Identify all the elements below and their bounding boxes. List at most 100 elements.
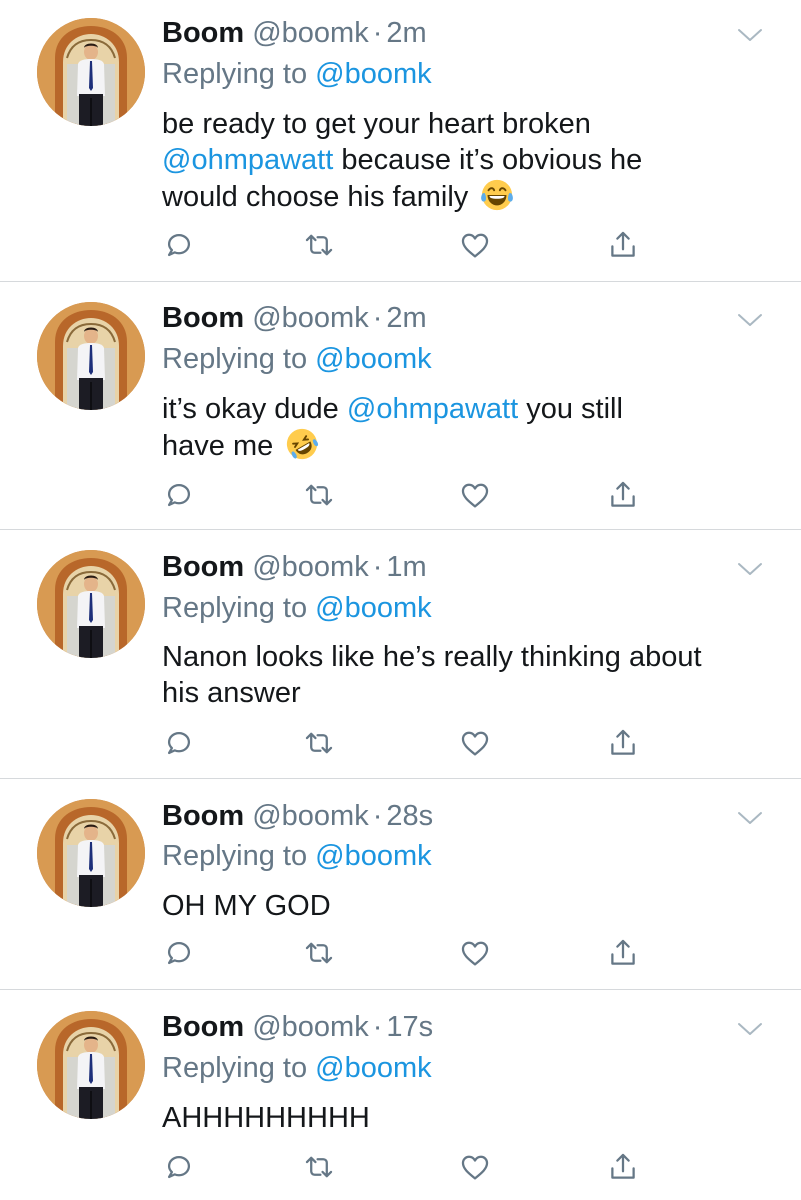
tweet-header: Boom @boomk · 2m bbox=[162, 15, 427, 51]
separator-dot: · bbox=[372, 1011, 383, 1043]
retweet-icon[interactable] bbox=[302, 228, 336, 262]
chevron-down-icon[interactable] bbox=[737, 27, 763, 43]
avatar[interactable] bbox=[37, 1011, 145, 1119]
replying-to-label: Replying to bbox=[162, 840, 308, 872]
replying-to-label: Replying to bbox=[162, 343, 308, 375]
tweet-text: be ready to get your heart broken @ohmpaw… bbox=[162, 106, 782, 215]
tweet-text: AHHHHHHHHH bbox=[162, 1100, 782, 1136]
username[interactable]: @boomk bbox=[252, 302, 368, 334]
reply-icon[interactable] bbox=[162, 478, 196, 512]
tweet-text-line: be ready to get your heart broken bbox=[162, 106, 782, 142]
timestamp[interactable]: 2m bbox=[386, 302, 426, 334]
avatar[interactable] bbox=[37, 550, 145, 658]
retweet-icon[interactable] bbox=[302, 726, 336, 760]
reply-mention-link[interactable]: @boomk bbox=[315, 592, 431, 624]
reply-icon[interactable] bbox=[162, 228, 196, 262]
share-icon[interactable] bbox=[606, 936, 640, 970]
separator-dot: · bbox=[372, 17, 383, 49]
text-segment: you still bbox=[518, 393, 623, 425]
username[interactable]: @boomk bbox=[252, 17, 368, 49]
display-name[interactable]: Boom bbox=[162, 302, 244, 334]
reply-mention-link[interactable]: @boomk bbox=[315, 58, 431, 90]
tweet[interactable]: Boom @boomk · 2m Replying to @boomk be ready… bbox=[0, 0, 801, 281]
tweet-text: it’s okay dude @ohmpawatt you still have … bbox=[162, 391, 782, 464]
tweet-text-line: @ohmpawatt because it’s obvious he bbox=[162, 142, 782, 178]
tweet-text-line: Nanon looks like he’s really thinking ab… bbox=[162, 639, 782, 675]
text-segment: because it’s obvious he bbox=[333, 144, 643, 176]
mention-link[interactable]: @ohmpawatt bbox=[162, 144, 333, 176]
tweet-text-line: OH MY GOD bbox=[162, 888, 782, 924]
avatar[interactable] bbox=[37, 18, 145, 126]
like-icon[interactable] bbox=[458, 478, 492, 512]
tweet-header: Boom @boomk · 1m bbox=[162, 549, 427, 585]
text-segment: his answer bbox=[162, 677, 301, 709]
username[interactable]: @boomk bbox=[252, 551, 368, 583]
tweet-text-line: have me bbox=[162, 427, 782, 464]
tweet-text-line: AHHHHHHHHH bbox=[162, 1100, 782, 1136]
username[interactable]: @boomk bbox=[252, 1011, 368, 1043]
text-segment: would choose his family bbox=[162, 181, 477, 213]
separator-dot: · bbox=[372, 302, 383, 334]
chevron-down-icon[interactable] bbox=[737, 312, 763, 328]
reply-mention-link[interactable]: @boomk bbox=[315, 840, 431, 872]
tweet-text: Nanon looks like he’s really thinking ab… bbox=[162, 639, 782, 711]
retweet-icon[interactable] bbox=[302, 1150, 336, 1184]
tweet[interactable]: Boom @boomk · 1m Replying to @boomk Nanon lo… bbox=[0, 530, 801, 778]
reply-mention-link[interactable]: @boomk bbox=[315, 343, 431, 375]
tweet-actions bbox=[162, 1150, 642, 1186]
timestamp[interactable]: 2m bbox=[386, 17, 426, 49]
timestamp[interactable]: 1m bbox=[386, 551, 426, 583]
tweet[interactable]: Boom @boomk · 17s Replying to @boomk AHHHHHH… bbox=[0, 990, 801, 1200]
separator-dot: · bbox=[372, 551, 383, 583]
username[interactable]: @boomk bbox=[252, 800, 368, 832]
chevron-down-icon[interactable] bbox=[737, 1021, 763, 1037]
share-icon[interactable] bbox=[606, 228, 640, 262]
text-segment: Nanon looks like he’s really thinking ab… bbox=[162, 641, 702, 673]
reply-mention-link[interactable]: @boomk bbox=[315, 1052, 431, 1084]
replying-to: Replying to @boomk bbox=[162, 341, 432, 377]
share-icon[interactable] bbox=[606, 1150, 640, 1184]
text-segment: it’s okay dude bbox=[162, 393, 347, 425]
like-icon[interactable] bbox=[458, 726, 492, 760]
display-name[interactable]: Boom bbox=[162, 800, 244, 832]
avatar[interactable] bbox=[37, 302, 145, 410]
retweet-icon[interactable] bbox=[302, 936, 336, 970]
display-name[interactable]: Boom bbox=[162, 551, 244, 583]
like-icon[interactable] bbox=[458, 1150, 492, 1184]
tweet-actions bbox=[162, 726, 642, 762]
timestamp[interactable]: 17s bbox=[386, 1011, 433, 1043]
avatar[interactable] bbox=[37, 799, 145, 907]
retweet-icon[interactable] bbox=[302, 478, 336, 512]
reply-icon[interactable] bbox=[162, 936, 196, 970]
replying-to-label: Replying to bbox=[162, 1052, 308, 1084]
text-segment: AHHHHHHHHH bbox=[162, 1102, 370, 1134]
tweet-text-line: his answer bbox=[162, 675, 782, 711]
chevron-down-icon[interactable] bbox=[737, 810, 763, 826]
replying-to: Replying to @boomk bbox=[162, 590, 432, 626]
tweet[interactable]: Boom @boomk · 2m Replying to @boomk it’s oka… bbox=[0, 282, 801, 529]
display-name[interactable]: Boom bbox=[162, 17, 244, 49]
reply-icon[interactable] bbox=[162, 726, 196, 760]
timestamp[interactable]: 28s bbox=[386, 800, 433, 832]
replying-to-label: Replying to bbox=[162, 592, 308, 624]
tweet-header: Boom @boomk · 17s bbox=[162, 1009, 433, 1045]
share-icon[interactable] bbox=[606, 478, 640, 512]
display-name[interactable]: Boom bbox=[162, 1011, 244, 1043]
replying-to: Replying to @boomk bbox=[162, 1050, 432, 1086]
replying-to-label: Replying to bbox=[162, 58, 308, 90]
share-icon[interactable] bbox=[606, 726, 640, 760]
chevron-down-icon[interactable] bbox=[737, 561, 763, 577]
text-segment: have me bbox=[162, 430, 282, 462]
tweet-header: Boom @boomk · 2m bbox=[162, 300, 427, 336]
mention-link[interactable]: @ohmpawatt bbox=[347, 393, 518, 425]
face-with-tears-of-joy-emoji bbox=[476, 179, 514, 213]
tweet-text: OH MY GOD bbox=[162, 888, 782, 924]
tweet[interactable]: Boom @boomk · 28s Replying to @boomk OH MY G… bbox=[0, 779, 801, 989]
like-icon[interactable] bbox=[458, 228, 492, 262]
replying-to: Replying to @boomk bbox=[162, 838, 432, 874]
reply-icon[interactable] bbox=[162, 1150, 196, 1184]
like-icon[interactable] bbox=[458, 936, 492, 970]
text-segment: OH MY GOD bbox=[162, 890, 331, 922]
separator-dot: · bbox=[372, 800, 383, 832]
tweet-text-line: it’s okay dude @ohmpawatt you still bbox=[162, 391, 782, 427]
